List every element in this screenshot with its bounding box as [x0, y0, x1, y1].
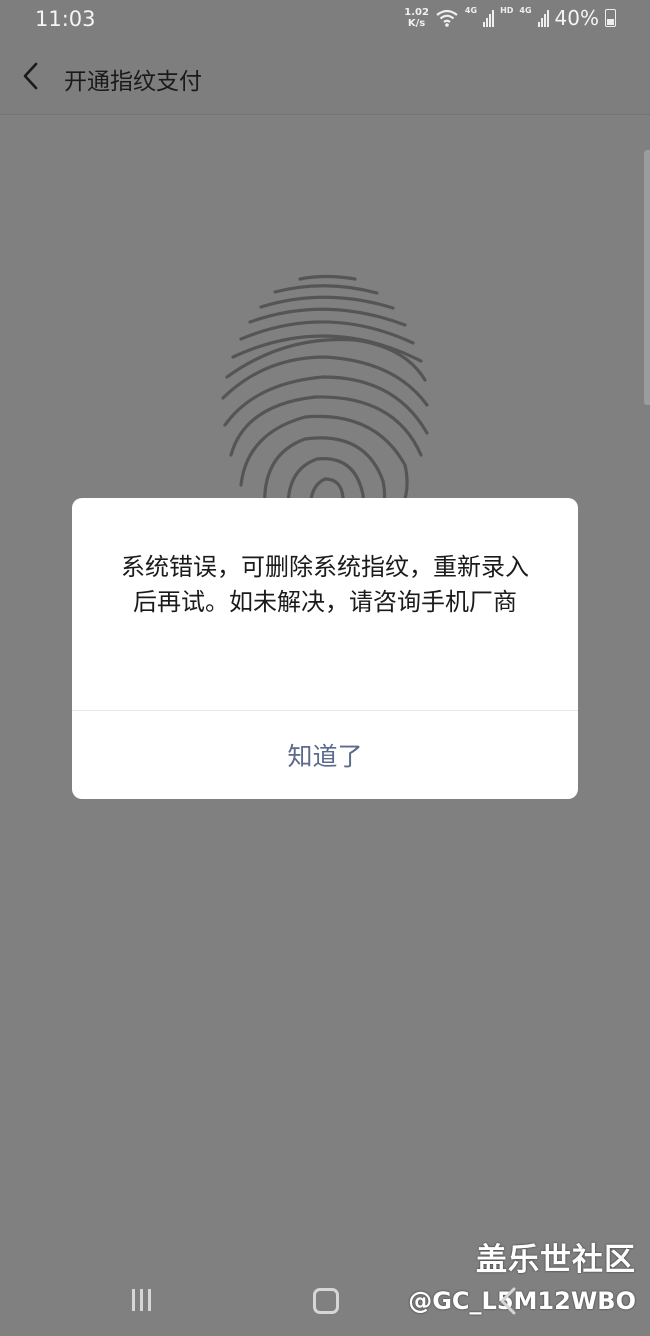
dialog-message: 系统错误，可删除系统指纹，重新录入后再试。如未解决，请咨询手机厂商: [121, 553, 529, 616]
signal-icon-2: [537, 9, 549, 27]
status-time: 11:03: [35, 7, 96, 31]
network-speed-value: 1.02: [404, 7, 429, 18]
fingerprint-icon: [221, 274, 429, 523]
wifi-icon: [436, 9, 458, 27]
signal-type-label: 4G: [464, 6, 478, 15]
signal-type-label-2: 4G: [519, 6, 532, 15]
scrollbar[interactable]: [644, 150, 650, 405]
navigation-bar: [0, 1270, 650, 1336]
network-speed-unit: K/s: [407, 18, 426, 29]
status-icons: 1.02 K/s 4G HD 4G 40%: [404, 6, 616, 30]
app-header: 开通指纹支付: [0, 40, 650, 115]
battery-icon: [605, 9, 616, 27]
home-icon[interactable]: [313, 1288, 339, 1314]
error-dialog: 系统错误，可删除系统指纹，重新录入后再试。如未解决，请咨询手机厂商 知道了: [72, 498, 578, 799]
status-bar: 11:03 1.02 K/s 4G HD 4G 40%: [0, 0, 650, 40]
page-title: 开通指纹支付: [64, 69, 202, 95]
signal-icon: [483, 9, 495, 27]
nav-back-icon[interactable]: [496, 1286, 520, 1316]
network-speed: 1.02 K/s: [404, 7, 429, 29]
confirm-button[interactable]: 知道了: [72, 711, 578, 799]
back-arrow-icon[interactable]: [14, 58, 50, 94]
battery-percent: 40%: [554, 6, 599, 30]
hd-label: HD: [500, 6, 514, 15]
recent-apps-icon[interactable]: [132, 1289, 151, 1311]
